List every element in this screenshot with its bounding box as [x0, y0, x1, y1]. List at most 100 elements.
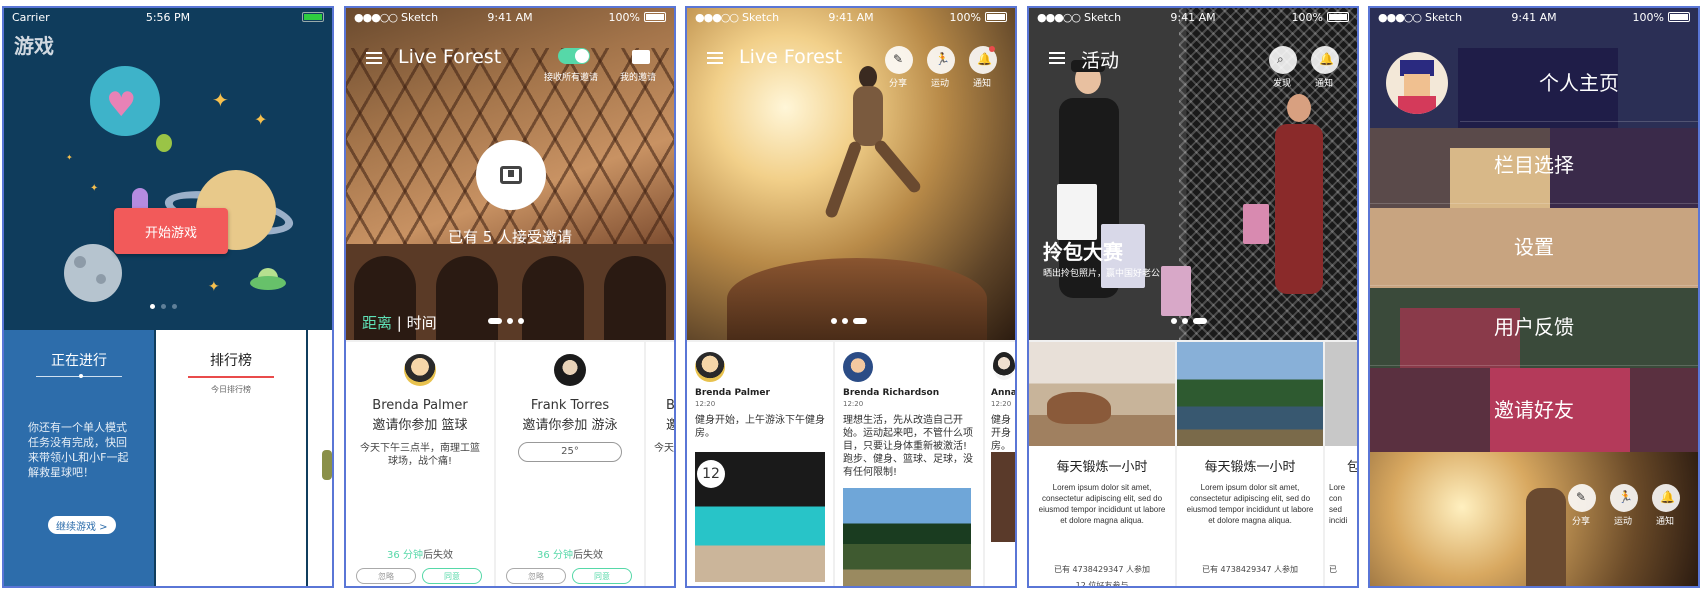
post-photo[interactable] [991, 452, 1015, 542]
divider [36, 374, 122, 378]
accepted-count-text: 已有 5 人接受邀请 [447, 228, 573, 246]
menu-item-invite-friends[interactable]: 邀请好友 [1370, 368, 1698, 448]
menu-item-settings[interactable]: 设置 [1370, 206, 1698, 286]
accepted-invites-button[interactable] [476, 140, 546, 210]
start-game-button[interactable]: 开始游戏 [114, 208, 228, 254]
page-indicator[interactable] [150, 304, 177, 309]
sport-button[interactable]: 🏃 [927, 46, 955, 74]
sport-label: 运动 [931, 79, 950, 89]
event-card[interactable]: 包 Lore con sed incidi 已 [1325, 342, 1357, 586]
page-indicator[interactable] [488, 318, 524, 324]
sort-toggle[interactable]: 距离 | 时间 [362, 312, 437, 333]
notification-button[interactable]: 🔔 [1311, 46, 1339, 74]
events-hero: ●●●○○ Sketch 9:41 AM 100% 活动 ⌕ 发现 🔔 通知 拎包… [1029, 8, 1357, 340]
inbox-download-icon [500, 166, 522, 184]
runner-photo [824, 66, 923, 246]
banner-subtitle: 晒出拎包照片，赢中国好老公 [1043, 269, 1161, 279]
status-bar: ●●●○○ Sketch 9:41 AM 100% [346, 8, 674, 26]
ranking-underline [188, 376, 274, 378]
share-label: 分享 [1572, 517, 1591, 527]
hamburger-menu-icon[interactable] [366, 52, 382, 64]
post-card[interactable]: Anna 12:20 健身开身房。 [985, 342, 1015, 586]
star-icon: ✦ [66, 153, 73, 162]
event-description: Lorem ipsum dolor sit amet, consectetur … [1038, 483, 1166, 525]
battery-icon [1327, 12, 1349, 22]
invite-activity: 邀请你参加 篮球 [372, 418, 468, 433]
my-invites-label[interactable]: 我的邀请 [620, 70, 656, 83]
event-description: Lorem ipsum dolor sit amet, consectetur … [1186, 483, 1314, 525]
post-card[interactable]: Brenda Palmer 12:20 健身开始，上午游泳下午健身房。 12 [687, 342, 833, 586]
pencil-icon: ✎ [1576, 490, 1587, 504]
hamburger-menu-icon[interactable] [707, 52, 723, 64]
status-time: 9:41 AM [1170, 10, 1216, 24]
ignore-button[interactable]: 忽略 [356, 568, 416, 584]
post-time: 12:20 [695, 400, 716, 408]
carrier-label: Carrier [12, 10, 50, 24]
continue-game-button[interactable]: 继续游戏 > [48, 516, 116, 534]
runner-icon: 🏃 [935, 52, 950, 66]
star-icon: ✦ [208, 279, 220, 295]
friends-count: 12 位好友参与 [1075, 581, 1129, 588]
pencil-icon: ✎ [893, 52, 904, 66]
avatar [695, 352, 725, 382]
invite-message: 今天下午三点半，南理工篮球场，战个痛! [360, 443, 480, 467]
photo-count-badge: 12 [697, 460, 725, 488]
status-bar: ●●●○○ Sketch 9:41 AM 100% [687, 8, 1015, 26]
avatar[interactable] [1386, 52, 1448, 114]
menu-item-columns[interactable]: 栏目选择 [1370, 124, 1698, 204]
ranking-subtitle: 今日排行榜 [211, 385, 251, 394]
battery-percent: 100% [1632, 10, 1664, 24]
status-bar: Carrier 5:56 PM [4, 8, 332, 26]
event-card[interactable]: 每天锻炼一小时 Lorem ipsum dolor sit amet, cons… [1177, 342, 1323, 586]
battery-percent: 100% [608, 10, 640, 24]
invites-hero: ●●●○○ Sketch 9:41 AM 100% Live Forest 接收所… [346, 8, 674, 340]
hamburger-menu-icon[interactable] [1049, 52, 1065, 64]
events-screen: ●●●○○ Sketch 9:41 AM 100% 活动 ⌕ 发现 🔔 通知 拎包… [1027, 6, 1359, 588]
nav-title: Live Forest [398, 46, 502, 68]
notification-button[interactable]: 🔔 [1652, 484, 1680, 512]
status-time: 9:41 AM [1511, 10, 1557, 24]
woman-photo [1269, 94, 1329, 294]
discover-button[interactable]: ⌕ [1269, 46, 1297, 74]
cycling-photo[interactable] [843, 488, 971, 586]
menu-item-profile[interactable]: 个人主页 [1460, 42, 1698, 122]
inbox-icon[interactable] [632, 50, 650, 64]
page-indicator[interactable] [831, 318, 867, 324]
nav-title: 活动 [1081, 50, 1120, 72]
page-indicator[interactable] [1171, 318, 1207, 324]
ranking-card[interactable]: 排行榜 今日排行榜 [156, 330, 306, 586]
side-menu-screen: ●●●○○ Sketch 9:41 AM 100% 个人主页 栏目选择 设置 用户… [1368, 6, 1700, 588]
partial-card[interactable] [308, 330, 332, 586]
discover-label: 发现 [1273, 79, 1292, 89]
inviter-name: Brenda Palmer [372, 398, 468, 413]
notification-label: 通知 [1315, 79, 1334, 89]
sort-time[interactable]: 时间 [407, 314, 437, 332]
sort-distance[interactable]: 距离 [362, 314, 392, 332]
status-time: 5:56 PM [145, 10, 191, 24]
event-card[interactable]: 每天锻炼一小时 Lorem ipsum dolor sit amet, cons… [1029, 342, 1175, 588]
invite-card[interactable]: Br 邀 今天 [646, 342, 674, 586]
heart-icon: ♥ [106, 85, 137, 125]
menu-item-feedback[interactable]: 用户反馈 [1370, 286, 1698, 366]
star-icon: ✦ [212, 88, 229, 112]
share-button[interactable]: ✎ [1568, 484, 1596, 512]
ignore-button[interactable]: 忽略 [506, 568, 566, 584]
notification-badge [989, 46, 995, 52]
sport-button[interactable]: 🏃 [1610, 484, 1638, 512]
invite-message: 今天 [654, 443, 674, 454]
avatar [843, 352, 873, 382]
avatar [404, 354, 436, 386]
nav-title: Live Forest [739, 46, 843, 68]
expire-text: 36 分钟后失效 [537, 550, 603, 561]
receive-all-toggle[interactable] [558, 48, 590, 64]
event-description: Lore con sed incidi [1329, 483, 1348, 525]
share-button[interactable]: ✎ [885, 46, 913, 74]
page-title: 游戏 [14, 34, 54, 58]
receive-all-label: 接收所有邀请 [544, 73, 599, 83]
invite-card[interactable]: Brenda Palmer 邀请你参加 篮球 今天下午三点半，南理工篮球场，战个… [346, 342, 494, 586]
ongoing-card[interactable]: 正在进行 你还有一个单人模式任务没有完成，快回来带领小L和小F一起解救星球吧！ … [4, 330, 154, 586]
accept-button[interactable]: 同意 [572, 568, 632, 584]
invite-card[interactable]: Frank Torres 邀请你参加 游泳 25° 36 分钟后失效 忽略 同意 [496, 342, 644, 586]
accept-button[interactable]: 同意 [422, 568, 482, 584]
post-card[interactable]: Brenda Richardson 12:20 理想生活，先从改造自己开始。运动… [835, 342, 983, 586]
